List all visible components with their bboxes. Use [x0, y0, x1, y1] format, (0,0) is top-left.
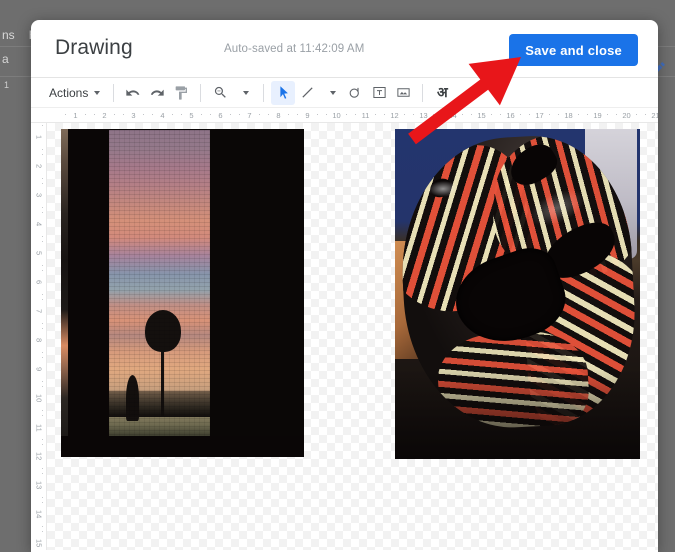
vruler-tick-2: 2	[31, 152, 47, 181]
hruler-tick-17: 17	[525, 108, 554, 122]
hruler-tick-8: 8	[264, 108, 293, 122]
vruler-tick-5: 5	[31, 239, 47, 268]
screen: ns H a 1 Drawing Auto-saved at 11:42:09 …	[0, 0, 675, 552]
text-box-icon[interactable]	[367, 81, 391, 105]
dialog-header: Drawing Auto-saved at 11:42:09 AM Save a…	[31, 20, 658, 78]
toolbar-divider-3	[263, 83, 265, 102]
line-tool-icon[interactable]	[295, 81, 319, 105]
vruler-tick-10: 10	[31, 384, 47, 413]
hruler-tick-9: 9	[293, 108, 322, 122]
horizontal-ruler[interactable]: 123456789101112131415161718192021	[31, 108, 658, 123]
select-tool-icon[interactable]	[271, 80, 296, 105]
vruler-tick-1: 1	[31, 123, 47, 152]
redo-icon[interactable]	[145, 81, 169, 105]
vruler-tick-7: 7	[31, 297, 47, 326]
drawing-canvas[interactable]	[47, 123, 658, 550]
save-and-close-button[interactable]: Save and close	[509, 34, 638, 66]
vruler-tick-3: 3	[31, 181, 47, 210]
hruler-tick-19: 19	[583, 108, 612, 122]
input-language-dropdown[interactable]	[454, 81, 478, 105]
background-menu-item-0: ns	[2, 28, 15, 42]
hruler-tick-18: 18	[554, 108, 583, 122]
sunset-bottom-dark-band	[61, 436, 304, 457]
hruler-tick-21: 21	[641, 108, 658, 122]
vertical-ruler[interactable]: 123456789101112131415	[31, 123, 47, 550]
vruler-tick-6: 6	[31, 268, 47, 297]
hruler-tick-15: 15	[467, 108, 496, 122]
vruler-tick-4: 4	[31, 210, 47, 239]
vruler-tick-11: 11	[31, 413, 47, 442]
vruler-tick-15: 15	[31, 529, 47, 550]
hruler-tick-20: 20	[612, 108, 641, 122]
zoom-icon[interactable]	[208, 81, 232, 105]
sunset-screen-texture	[109, 130, 210, 437]
drawing-dialog: Drawing Auto-saved at 11:42:09 AM Save a…	[31, 20, 658, 552]
image-sunset-through-window[interactable]	[61, 129, 304, 457]
input-language-icon[interactable]: अ	[430, 81, 454, 105]
mask-glaze-highlight-2	[427, 180, 459, 198]
vruler-tick-13: 13	[31, 471, 47, 500]
hruler-tick-6: 6	[206, 108, 235, 122]
hruler-tick-1: 1	[61, 108, 90, 122]
vruler-tick-8: 8	[31, 326, 47, 355]
hruler-tick-3: 3	[119, 108, 148, 122]
image-ceramic-tiger-mask[interactable]	[395, 129, 640, 459]
undo-icon[interactable]	[121, 81, 145, 105]
sunset-sky-opening	[109, 130, 210, 437]
vruler-tick-12: 12	[31, 442, 47, 471]
shape-tool-icon[interactable]	[343, 81, 367, 105]
vruler-tick-14: 14	[31, 500, 47, 529]
paint-format-icon[interactable]	[169, 81, 193, 105]
hruler-tick-4: 4	[148, 108, 177, 122]
hruler-tick-14: 14	[438, 108, 467, 122]
background-ruler-fragment: 1	[4, 80, 12, 90]
hruler-tick-5: 5	[177, 108, 206, 122]
dialog-title: Drawing	[55, 36, 133, 59]
zoom-dropdown[interactable]	[232, 81, 256, 105]
hruler-tick-10: 10	[322, 108, 351, 122]
chevron-down-icon	[329, 90, 336, 95]
mask-bottom-shadow	[395, 369, 640, 459]
autosave-status: Auto-saved at 11:42:09 AM	[224, 43, 365, 55]
toolbar-divider-1	[113, 83, 115, 102]
chevron-down-icon	[94, 90, 101, 95]
chevron-down-icon	[242, 90, 249, 95]
actions-menu-label: Actions	[49, 85, 89, 100]
hruler-tick-16: 16	[496, 108, 525, 122]
background-toolbar-fragment: a	[2, 52, 9, 66]
toolbar-divider-4	[422, 83, 424, 102]
drawing-toolbar: Actions अ	[31, 78, 658, 108]
chevron-down-icon	[464, 90, 471, 95]
hruler-tick-7: 7	[235, 108, 264, 122]
hruler-tick-13: 13	[409, 108, 438, 122]
sunset-left-edge-strip	[61, 129, 68, 457]
hruler-tick-2: 2	[90, 108, 119, 122]
sunset-right-dark-wall	[210, 129, 304, 457]
dialog-body: 123456789101112131415	[31, 123, 658, 550]
image-tool-icon[interactable]	[391, 81, 415, 105]
line-tool-dropdown[interactable]	[319, 81, 343, 105]
hruler-tick-12: 12	[380, 108, 409, 122]
vruler-tick-9: 9	[31, 355, 47, 384]
hruler-tick-11: 11	[351, 108, 380, 122]
actions-menu[interactable]: Actions	[43, 81, 106, 105]
toolbar-divider-2	[200, 83, 202, 102]
